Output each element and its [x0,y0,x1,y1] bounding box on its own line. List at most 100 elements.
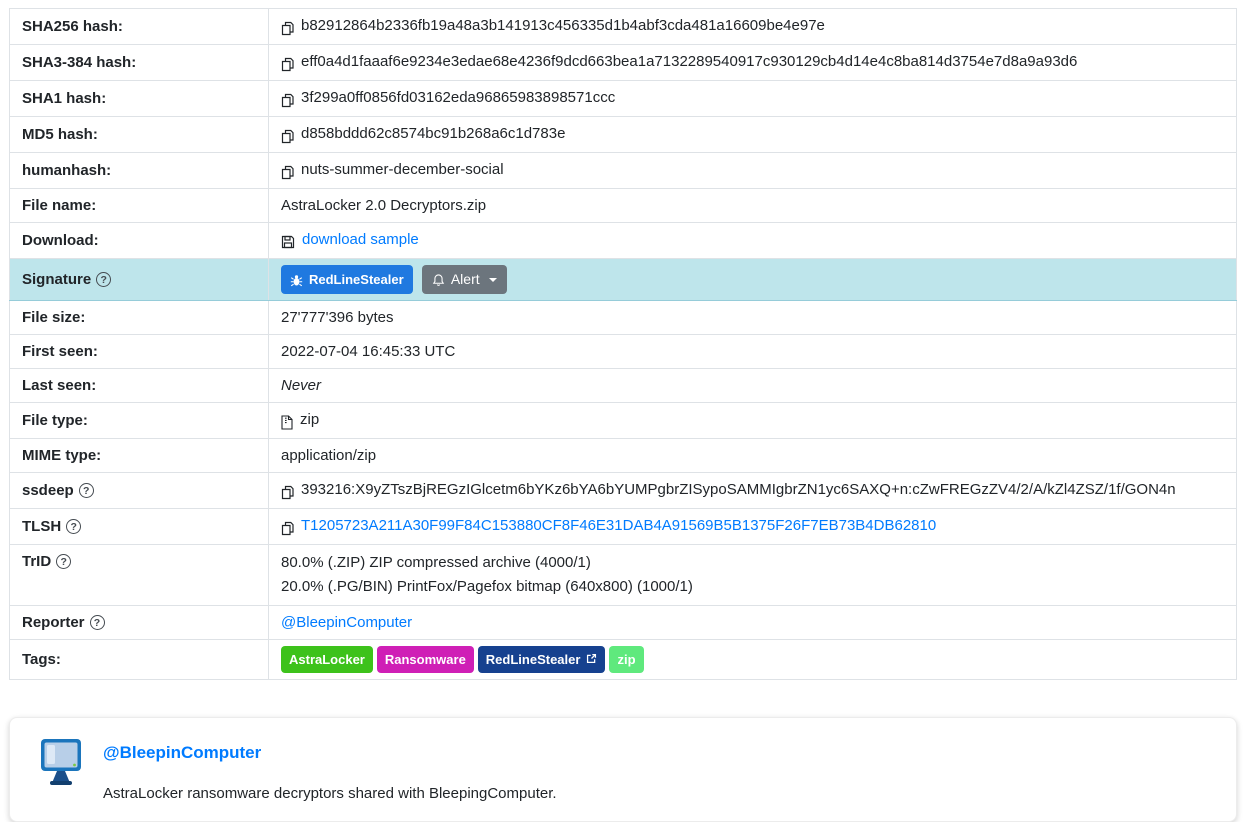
tag-ransomware[interactable]: Ransomware [377,646,474,673]
page: SHA256 hash: b82912864b2336fb19a48a3b141… [0,0,1237,822]
mimetype-value: application/zip [281,447,376,464]
sha256-value: b82912864b2336fb19a48a3b141913c456335d1b… [301,17,825,34]
zip-file-icon [281,411,293,432]
row-value: AstraLocker 2.0 Decryptors.zip [269,189,1237,223]
row-reporter: Reporter @BleepinComputer [10,606,1237,640]
row-lastseen: Last seen: Never [10,369,1237,403]
row-value: b82912864b2336fb19a48a3b141913c456335d1b… [269,9,1237,45]
floppy-disk-icon [281,231,295,252]
row-mimetype: MIME type: application/zip [10,439,1237,473]
help-icon[interactable] [79,483,94,498]
row-value: 393216:X9yZTszBjREGzIGlcetm6bYKz6bYA6bYU… [269,473,1237,509]
row-label: File type: [10,403,269,439]
row-label: ssdeep [10,473,269,509]
row-value: @BleepinComputer [269,606,1237,640]
row-trid: TrID 80.0% (.ZIP) ZIP compressed archive… [10,545,1237,606]
row-label: SHA3-384 hash: [10,45,269,81]
row-label: Download: [10,223,269,259]
row-firstseen: First seen: 2022-07-04 16:45:33 UTC [10,335,1237,369]
help-icon[interactable] [96,272,111,287]
row-value: 3f299a0ff0856fd03162eda96865983898571ccc [269,81,1237,117]
ssdeep-value: 393216:X9yZTszBjREGzIGlcetm6bYKz6bYA6bYU… [301,481,1176,498]
row-label: SHA1 hash: [10,81,269,117]
row-value: 80.0% (.ZIP) ZIP compressed archive (400… [269,545,1237,606]
alert-dropdown[interactable]: Alert [422,265,507,294]
row-label: TrID [10,545,269,606]
row-label: Last seen: [10,369,269,403]
row-value: zip [269,403,1237,439]
filename-value: AstraLocker 2.0 Decryptors.zip [281,197,486,214]
copy-icon[interactable] [281,161,294,182]
row-humanhash: humanhash: nuts-summer-december-social [10,153,1237,189]
row-tags: Tags: AstraLockerRansomwareRedLineSteale… [10,640,1237,680]
row-label: File name: [10,189,269,223]
avatar [36,737,86,787]
comment-card: @BleepinComputer AstraLocker ransomware … [9,717,1237,822]
row-label: File size: [10,301,269,335]
row-label: MIME type: [10,439,269,473]
row-ssdeep: ssdeep 393216:X9yZTszBjREGzIGlcetm6bYKz6… [10,473,1237,509]
row-filesize: File size: 27'777'396 bytes [10,301,1237,335]
download-sample-link[interactable]: download sample [302,231,419,248]
chevron-down-icon [489,278,497,282]
row-value: eff0a4d1faaaf6e9234e3edae68e4236f9dcd663… [269,45,1237,81]
tag-redlinestealer[interactable]: RedLineStealer [478,646,606,673]
help-icon[interactable] [66,519,81,534]
row-value: d858bddd62c8574bc91b268a6c1d783e [269,117,1237,153]
row-value: nuts-summer-december-social [269,153,1237,189]
help-icon[interactable] [56,554,71,569]
sha3-384-value: eff0a4d1faaaf6e9234e3edae68e4236f9dcd663… [301,53,1077,70]
row-download: Download: download sample [10,223,1237,259]
row-label: MD5 hash: [10,117,269,153]
bug-icon [290,269,303,290]
row-signature: Signature RedLineStealer Alert [10,259,1237,301]
copy-icon[interactable] [281,481,294,502]
row-md5: MD5 hash: d858bddd62c8574bc91b268a6c1d78… [10,117,1237,153]
tag-zip[interactable]: zip [609,646,643,673]
comment-text: AstraLocker ransomware decryptors shared… [103,785,557,802]
lastseen-value: Never [281,377,321,394]
row-label: humanhash: [10,153,269,189]
firstseen-value: 2022-07-04 16:45:33 UTC [281,343,455,360]
comment-body: @BleepinComputer AstraLocker ransomware … [103,737,557,802]
reporter-link[interactable]: @BleepinComputer [281,614,412,631]
external-link-icon [586,649,597,670]
bell-icon [432,269,445,290]
row-value: 27'777'396 bytes [269,301,1237,335]
row-tlsh: TLSH T1205723A211A30F99F84C153880CF8F46E… [10,509,1237,545]
row-label: SHA256 hash: [10,9,269,45]
copy-icon[interactable] [281,53,294,74]
comment-author-link[interactable]: @BleepinComputer [103,743,557,763]
file-info-table: SHA256 hash: b82912864b2336fb19a48a3b141… [9,8,1237,680]
row-label: TLSH [10,509,269,545]
help-icon[interactable] [90,615,105,630]
row-label: Tags: [10,640,269,680]
row-value: download sample [269,223,1237,259]
row-value: T1205723A211A30F99F84C153880CF8F46E31DAB… [269,509,1237,545]
filetype-value: zip [300,411,319,428]
row-sha1: SHA1 hash: 3f299a0ff0856fd03162eda968659… [10,81,1237,117]
copy-icon[interactable] [281,125,294,146]
md5-value: d858bddd62c8574bc91b268a6c1d783e [301,125,565,142]
row-label: First seen: [10,335,269,369]
copy-icon[interactable] [281,17,294,38]
row-value: AstraLockerRansomwareRedLineStealerzip [269,640,1237,680]
row-sha256: SHA256 hash: b82912864b2336fb19a48a3b141… [10,9,1237,45]
row-sha3-384: SHA3-384 hash: eff0a4d1faaaf6e9234e3edae… [10,45,1237,81]
filesize-value: 27'777'396 bytes [281,309,394,326]
sha1-value: 3f299a0ff0856fd03162eda96865983898571ccc [301,89,615,106]
signature-family-badge[interactable]: RedLineStealer [281,265,413,294]
row-filename: File name: AstraLocker 2.0 Decryptors.zi… [10,189,1237,223]
row-label: Signature [10,259,269,301]
tlsh-link[interactable]: T1205723A211A30F99F84C153880CF8F46E31DAB… [301,517,936,534]
row-value: RedLineStealer Alert [269,259,1237,301]
row-value: 2022-07-04 16:45:33 UTC [269,335,1237,369]
copy-icon[interactable] [281,517,294,538]
humanhash-value: nuts-summer-december-social [301,161,504,178]
tag-astralocker[interactable]: AstraLocker [281,646,373,673]
row-value: Never [269,369,1237,403]
computer-monitor-icon [36,737,86,787]
copy-icon[interactable] [281,89,294,110]
trid-line: 20.0% (.PG/BIN) PrintFox/Pagefox bitmap … [281,575,1224,599]
trid-line: 80.0% (.ZIP) ZIP compressed archive (400… [281,551,1224,575]
